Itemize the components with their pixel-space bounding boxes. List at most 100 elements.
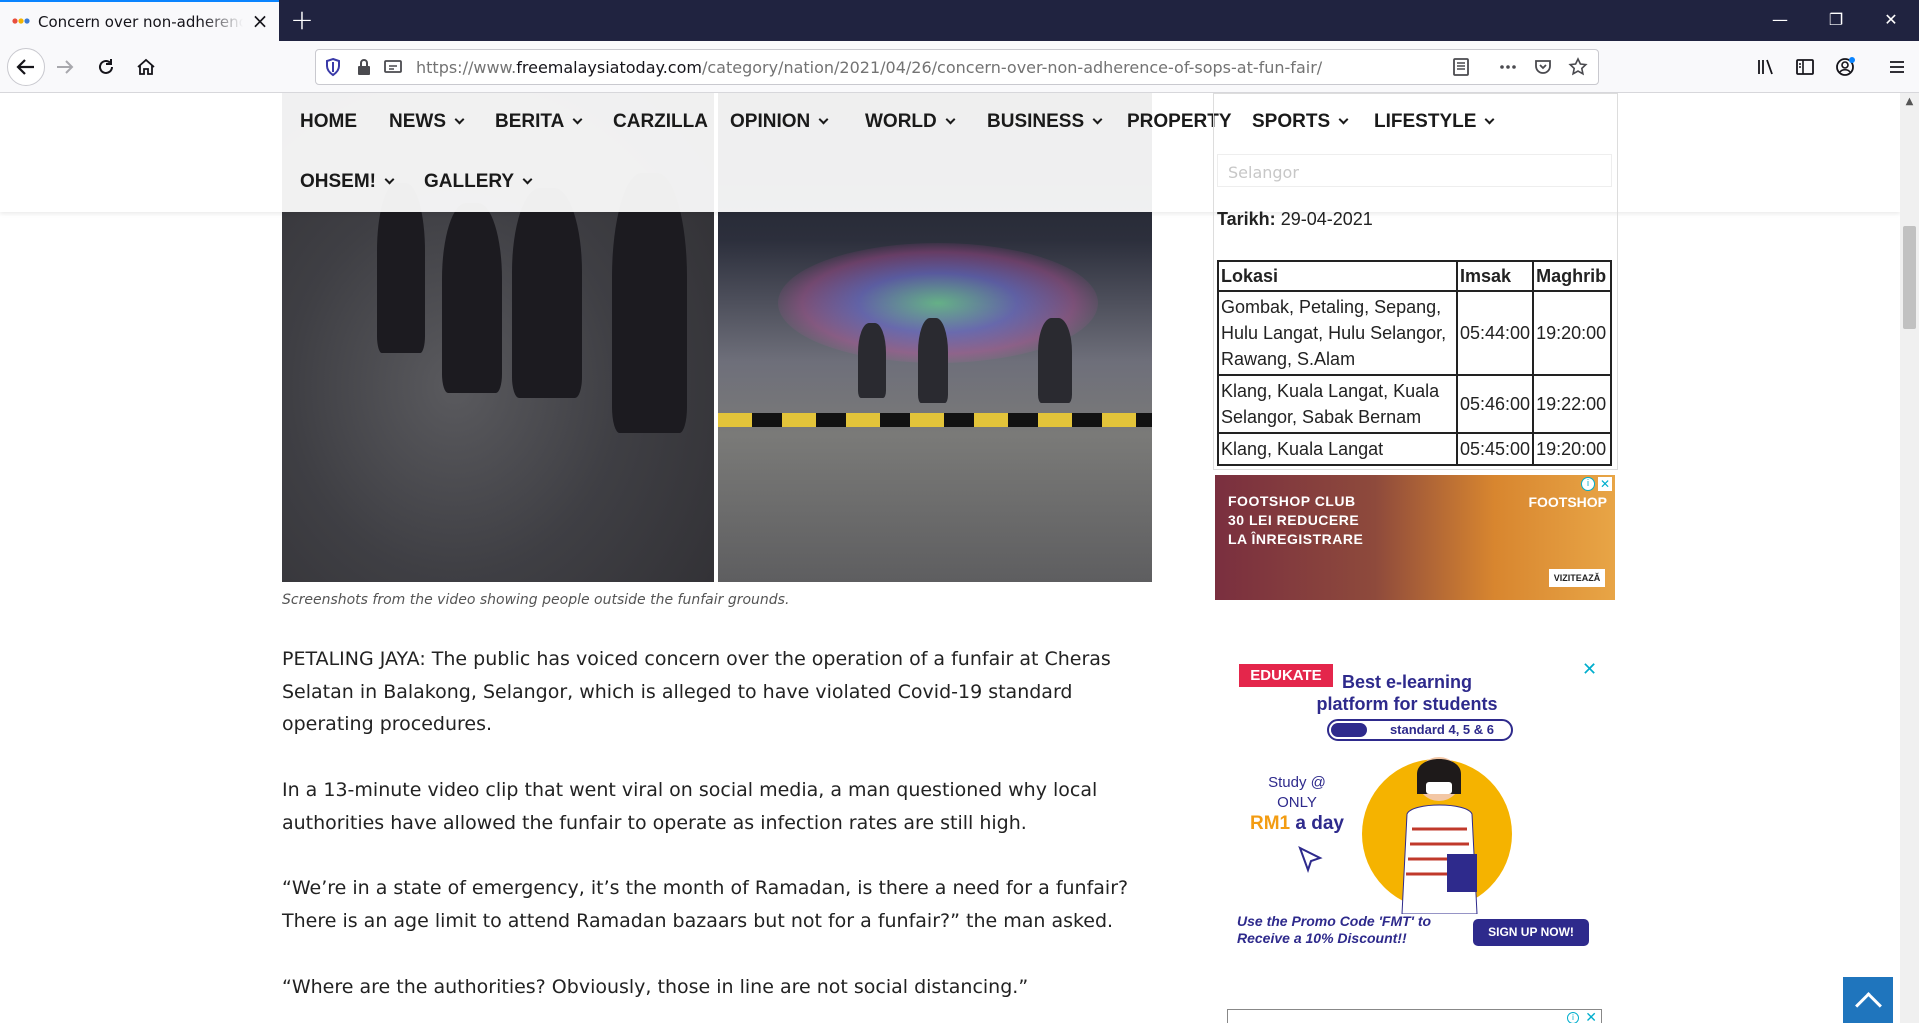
restore-button[interactable]: ❐	[1808, 0, 1864, 41]
ad-close-icon[interactable]: ✕	[1582, 659, 1597, 680]
article-paragraph: “We’re in a state of emergency, it’s the…	[282, 877, 1129, 932]
ad-promo: Use the Promo Code 'FMT' to Receive a 10…	[1237, 913, 1432, 946]
web-page: HOME NEWS BERITA CARZILLA OPINION WORLD …	[0, 93, 1919, 1023]
page-scrollbar[interactable]: ▲	[1900, 93, 1919, 1023]
table-row: Klang, Kuala Langat, Kuala Selangor, Sab…	[1217, 374, 1612, 434]
table-cell: Gombak, Petaling, Sepang, Hulu Langat, H…	[1217, 290, 1458, 376]
ad-slot: i ✕	[1227, 1009, 1602, 1023]
ad-cta-button[interactable]: VIZITEAZĂ	[1549, 569, 1605, 587]
chevron-down-icon	[454, 114, 465, 125]
forward-icon	[57, 60, 74, 74]
kerb-stripes	[718, 413, 1152, 427]
more-icon[interactable]	[1498, 57, 1518, 77]
nav-business[interactable]: BUSINESS	[987, 111, 1103, 133]
article-paragraph: In a 13-minute video clip that went vira…	[282, 779, 1098, 834]
minimize-button[interactable]: —	[1752, 0, 1808, 41]
prayer-date: Tarikh: 29-04-2021	[1217, 209, 1373, 229]
chevron-down-icon	[818, 114, 829, 125]
ad-info-icon[interactable]: i	[1581, 477, 1595, 491]
site-favicon-icon	[12, 18, 30, 24]
table-cell: Klang, Kuala Langat, Kuala Selangor, Sab…	[1217, 374, 1458, 434]
chevron-down-icon	[945, 114, 956, 125]
sidebar-icon	[1796, 59, 1814, 75]
table-row: Klang, Kuala Langat 05:45:00 19:20:00	[1217, 432, 1612, 466]
reload-icon	[99, 59, 113, 74]
table-cell: 19:22:00	[1532, 374, 1612, 434]
chevron-down-icon	[384, 174, 395, 185]
edukate-ad[interactable]: EDUKATE Best e-learning platform for stu…	[1227, 649, 1602, 959]
pocket-icon[interactable]	[1533, 57, 1553, 77]
table-row: Gombak, Petaling, Sepang, Hulu Langat, H…	[1217, 290, 1612, 376]
scrollbar-thumb[interactable]	[1903, 226, 1916, 329]
ad-signup-button[interactable]: SIGN UP NOW!	[1473, 919, 1589, 946]
back-icon	[16, 59, 34, 75]
scroll-up-icon[interactable]: ▲	[1900, 93, 1919, 111]
ad-info-icon[interactable]: i	[1567, 1012, 1579, 1023]
ad-price: RM1 a day	[1250, 813, 1344, 834]
ad-brand: FOOTSHOP	[1528, 494, 1607, 510]
ad-study-text: Study @ ONLY	[1268, 774, 1326, 811]
reload-button[interactable]	[89, 50, 123, 84]
new-tab-button[interactable]: +	[288, 6, 316, 35]
tab-active[interactable]: Concern over non-adherence of SOPs at fu…	[0, 0, 279, 41]
tab-close-icon[interactable]: ×	[250, 11, 270, 32]
close-window-button[interactable]: ✕	[1863, 0, 1919, 41]
tab-title: Concern over non-adherence of SOPs at fu…	[38, 13, 243, 31]
nav-carzilla[interactable]: CARZILLA	[613, 111, 708, 133]
person-silhouette	[612, 173, 687, 433]
nav-world[interactable]: WORLD	[865, 111, 956, 133]
column-header: Maghrib	[1532, 260, 1612, 292]
cursor-icon	[1298, 845, 1323, 874]
url-bar[interactable]: https://www.freemalaysiatoday.com/catego…	[315, 49, 1599, 85]
back-button[interactable]	[7, 48, 45, 86]
nav-berita[interactable]: BERITA	[495, 111, 583, 133]
chevron-down-icon	[1092, 114, 1103, 125]
table-cell: 05:45:00	[1455, 432, 1535, 466]
sidebar-button[interactable]	[1788, 50, 1822, 84]
person-silhouette	[512, 188, 582, 398]
ad-close-icon[interactable]: ✕	[1585, 1010, 1597, 1023]
article-paragraph: “Where are the authorities? Obviously, t…	[282, 976, 1029, 998]
ad-close-icon[interactable]: ✕	[1598, 477, 1612, 491]
permissions-icon[interactable]	[383, 57, 403, 77]
image-caption: Screenshots from the video showing peopl…	[282, 592, 790, 608]
nav-news[interactable]: NEWS	[389, 111, 465, 133]
url-text: https://www.freemalaysiatoday.com/catego…	[416, 58, 1323, 77]
reader-view-icon[interactable]	[1451, 57, 1471, 77]
nav-ohsem[interactable]: OHSEM!	[300, 171, 395, 193]
nav-gallery[interactable]: GALLERY	[424, 171, 533, 193]
student-illustration	[1401, 757, 1478, 914]
tab-strip: Concern over non-adherence of SOPs at fu…	[0, 0, 1919, 41]
table-cell: Klang, Kuala Langat	[1217, 432, 1458, 466]
library-icon	[1758, 59, 1773, 75]
menu-icon	[1890, 61, 1904, 73]
table-cell: 05:44:00	[1455, 290, 1535, 376]
ad-text: FOOTSHOP CLUB 30 LEI REDUCERE LA ÎNREGIS…	[1228, 493, 1364, 547]
person-silhouette	[858, 323, 886, 398]
person-silhouette	[442, 203, 502, 393]
table-cell: 05:46:00	[1455, 374, 1535, 434]
person-silhouette	[918, 318, 948, 403]
back-to-top-button[interactable]	[1843, 977, 1893, 1023]
ad-pill: standard 4, 5 & 6	[1327, 719, 1513, 741]
column-header: Lokasi	[1217, 260, 1458, 292]
account-button[interactable]	[1828, 50, 1862, 84]
table-header-row: Lokasi Imsak Maghrib	[1217, 260, 1612, 292]
star-icon[interactable]	[1568, 57, 1588, 77]
table-cell: 19:20:00	[1532, 290, 1612, 376]
nav-opinion[interactable]: OPINION	[730, 111, 829, 133]
shield-icon[interactable]	[323, 57, 343, 77]
app-menu-button[interactable]	[1880, 50, 1914, 84]
footshop-ad[interactable]: FOOTSHOP CLUB 30 LEI REDUCERE LA ÎNREGIS…	[1215, 475, 1615, 600]
lock-icon[interactable]	[354, 57, 374, 77]
state-select[interactable]: Selangor	[1217, 154, 1612, 187]
navigation-toolbar: https://www.freemalaysiatoday.com/catego…	[0, 41, 1919, 93]
prayer-times-widget: Selangor Tarikh: 29-04-2021 Lokasi Imsak…	[1213, 93, 1618, 470]
person-silhouette	[1038, 318, 1072, 403]
chevron-down-icon	[572, 114, 583, 125]
chevron-down-icon	[522, 174, 533, 185]
home-button[interactable]	[129, 50, 163, 84]
nav-home[interactable]: HOME	[300, 111, 357, 133]
forward-button[interactable]	[48, 50, 82, 84]
library-button[interactable]	[1749, 50, 1783, 84]
